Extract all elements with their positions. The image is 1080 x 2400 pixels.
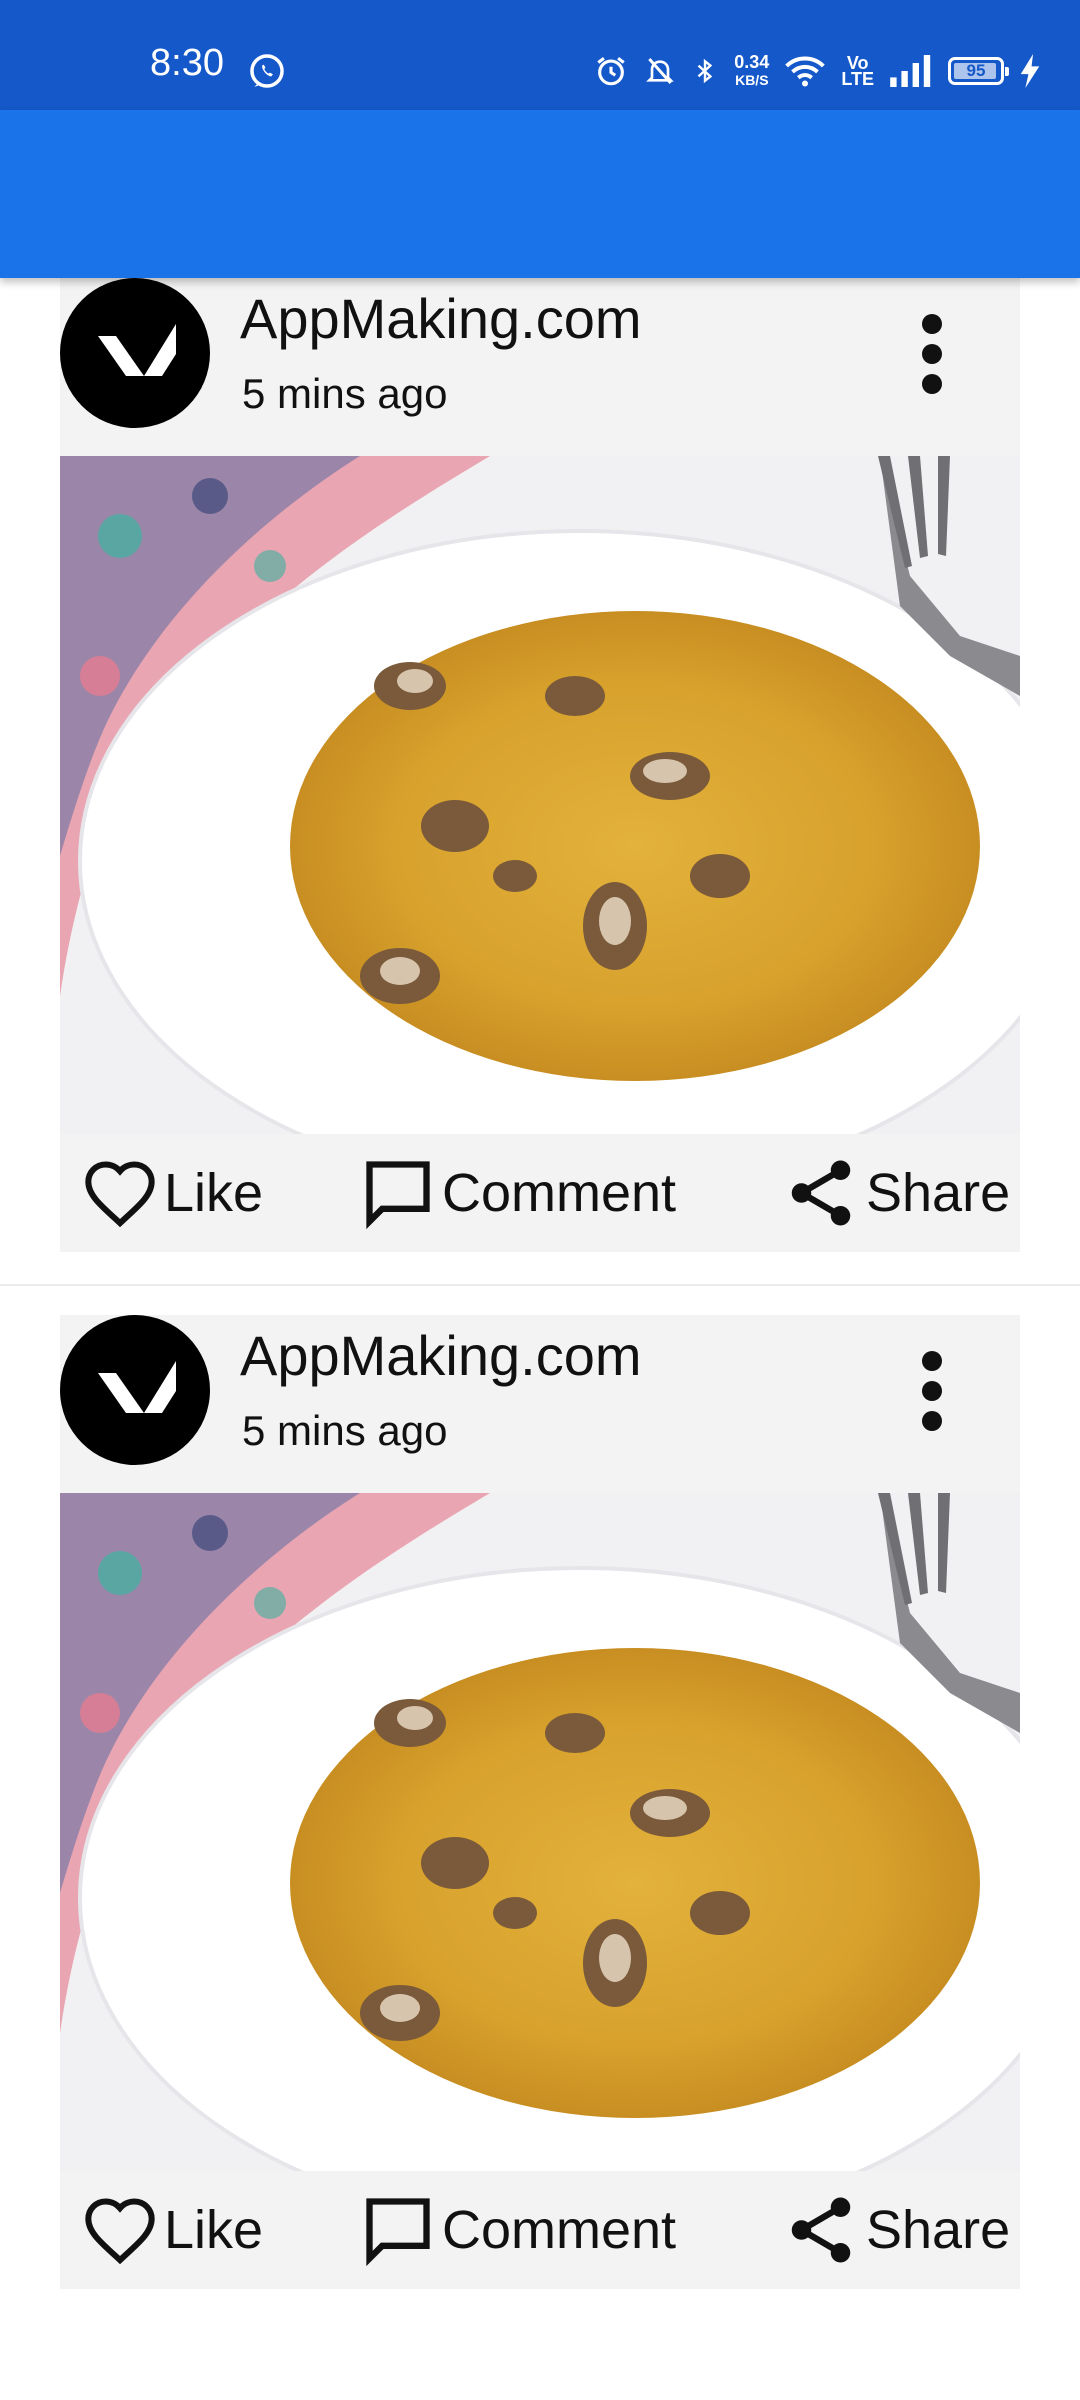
status-icons: 0.34 KB/S Vo LTE 95	[594, 50, 1040, 92]
comment-icon	[366, 1161, 430, 1230]
brand-logo-icon	[98, 1361, 176, 1413]
post-divider	[0, 1284, 1080, 1286]
post-header: AppMaking.com 5 mins ago	[60, 278, 1020, 456]
more-dot	[922, 1411, 942, 1431]
heart-icon	[85, 2198, 155, 2265]
comment-button[interactable]: Comment	[360, 1134, 676, 1252]
post-card: AppMaking.com 5 mins ago Like Comment Sh…	[60, 278, 1020, 1252]
share-button[interactable]: Share	[782, 1134, 1010, 1252]
comment-label: Comment	[442, 2200, 677, 2260]
share-icon	[791, 2197, 851, 2263]
more-dot	[922, 1381, 942, 1401]
post-author[interactable]: AppMaking.com	[240, 286, 642, 351]
food-plate-image	[60, 1493, 1020, 2171]
food-plate-image	[60, 456, 1020, 1134]
battery-icon: 95	[948, 57, 1009, 85]
comment-button[interactable]: Comment	[360, 2171, 676, 2289]
post-actions: Like Comment Share	[60, 2171, 1020, 2289]
post-timestamp: 5 mins ago	[242, 1407, 448, 1454]
more-dot	[922, 314, 942, 334]
post-image[interactable]	[60, 1493, 1020, 2171]
more-options-button[interactable]	[902, 1343, 962, 1433]
comment-label: Comment	[442, 1163, 677, 1223]
more-dot	[922, 1351, 942, 1371]
like-label: Like	[164, 2200, 264, 2260]
avatar[interactable]	[60, 1315, 210, 1465]
more-dot	[922, 344, 942, 364]
status-time: 8:30	[150, 42, 224, 84]
net-speed: 0.34 KB/S	[734, 53, 769, 89]
wifi-icon	[785, 56, 826, 87]
avatar[interactable]	[60, 278, 210, 428]
more-options-button[interactable]	[902, 306, 962, 396]
like-button[interactable]: Like	[82, 1134, 263, 1252]
volte-bottom: LTE	[841, 69, 874, 89]
net-speed-unit: KB/S	[735, 72, 769, 88]
whatsapp-icon	[250, 54, 284, 88]
status-bar: 8:30 0.34 KB/S Vo LTE 95	[0, 0, 1080, 110]
mute-icon	[646, 58, 675, 84]
post-image[interactable]	[60, 456, 1020, 1134]
volte-indicator: Vo LTE	[841, 54, 874, 89]
share-label: Share	[866, 1163, 1011, 1223]
bluetooth-icon	[697, 58, 713, 84]
heart-icon	[85, 1161, 155, 1228]
more-dot	[922, 374, 942, 394]
app-bar	[0, 110, 1080, 278]
alarm-icon	[597, 57, 625, 86]
post-timestamp: 5 mins ago	[242, 370, 448, 417]
charging-icon	[1020, 54, 1040, 88]
like-label: Like	[164, 1163, 264, 1223]
post-header: AppMaking.com 5 mins ago	[60, 1315, 1020, 1493]
signal-icon	[890, 55, 931, 87]
post-card: AppMaking.com 5 mins ago Like Comment Sh…	[60, 1315, 1020, 2289]
share-button[interactable]: Share	[782, 2171, 1010, 2289]
share-label: Share	[866, 2200, 1011, 2260]
like-button[interactable]: Like	[82, 2171, 263, 2289]
post-author[interactable]: AppMaking.com	[240, 1323, 642, 1388]
net-speed-value: 0.34	[734, 52, 770, 72]
post-actions: Like Comment Share	[60, 1134, 1020, 1252]
battery-level: 95	[966, 61, 986, 80]
share-icon	[791, 1160, 851, 1226]
brand-logo-icon	[98, 324, 176, 376]
comment-icon	[366, 2198, 430, 2267]
